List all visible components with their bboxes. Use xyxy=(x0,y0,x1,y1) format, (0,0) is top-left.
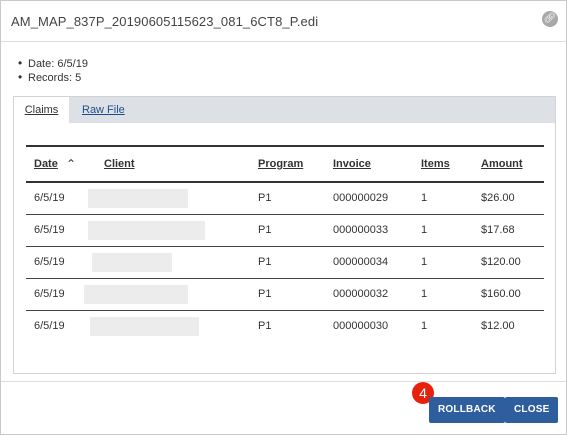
summary-date: Date: 6/5/19 xyxy=(18,56,88,70)
table-row: 6/5/19 P1 000000029 1 $26.00 xyxy=(26,183,544,215)
edi-file-dialog: AM_MAP_837P_20190605115623_081_6CT8_P.ed… xyxy=(0,0,567,435)
rollback-button[interactable]: ROLLBACK xyxy=(429,397,505,423)
cell-date: 6/5/19 xyxy=(34,224,65,236)
cell-items: 1 xyxy=(421,256,428,268)
client-redacted xyxy=(92,253,172,272)
summary-records: Records: 5 xyxy=(18,70,88,84)
cell-amount: $120.00 xyxy=(481,256,521,268)
cell-items: 1 xyxy=(421,288,428,300)
column-header-invoice[interactable]: Invoice xyxy=(333,147,371,181)
client-redacted xyxy=(90,317,199,336)
column-header-items[interactable]: Items xyxy=(421,147,450,181)
cell-date: 6/5/19 xyxy=(34,192,65,204)
claims-table: Date ⌃ Client Program Invoice Items Amou… xyxy=(26,145,544,342)
close-button[interactable]: CLOSE xyxy=(505,397,559,423)
dialog-title: AM_MAP_837P_20190605115623_081_6CT8_P.ed… xyxy=(11,14,319,29)
table-row: 6/5/19 P1 000000030 1 $12.00 xyxy=(26,311,544,342)
client-redacted xyxy=(84,285,188,304)
cell-program: P1 xyxy=(258,256,272,268)
cell-invoice: 000000029 xyxy=(333,192,389,204)
table-row: 6/5/19 P1 000000034 1 $120.00 xyxy=(26,247,544,279)
cell-amount: $12.00 xyxy=(481,320,515,332)
cell-program: P1 xyxy=(258,320,272,332)
cell-invoice: 000000032 xyxy=(333,288,389,300)
dialog-footer: 4 ROLLBACK CLOSE xyxy=(1,381,566,434)
cell-program: P1 xyxy=(258,224,272,236)
sort-ascending-icon[interactable]: ⌃ xyxy=(66,147,76,181)
column-header-client[interactable]: Client xyxy=(104,147,135,181)
cell-items: 1 xyxy=(421,192,428,204)
table-row: 6/5/19 P1 000000032 1 $160.00 xyxy=(26,279,544,311)
file-summary: Date: 6/5/19 Records: 5 xyxy=(18,56,88,84)
cell-program: P1 xyxy=(258,192,272,204)
cell-items: 1 xyxy=(421,224,428,236)
cell-items: 1 xyxy=(421,320,428,332)
column-header-date[interactable]: Date xyxy=(34,147,58,181)
cell-amount: $17.68 xyxy=(481,224,515,236)
cell-amount: $160.00 xyxy=(481,288,521,300)
cell-invoice: 000000033 xyxy=(333,224,389,236)
link-icon[interactable]: 🔗︎ xyxy=(542,11,558,27)
cell-date: 6/5/19 xyxy=(34,256,65,268)
client-redacted xyxy=(88,189,188,208)
tab-claims[interactable]: Claims xyxy=(14,97,69,124)
tab-raw-file[interactable]: Raw File xyxy=(82,97,125,124)
dialog-header: AM_MAP_837P_20190605115623_081_6CT8_P.ed… xyxy=(1,1,566,42)
cell-date: 6/5/19 xyxy=(34,320,65,332)
column-header-program[interactable]: Program xyxy=(258,147,303,181)
cell-date: 6/5/19 xyxy=(34,288,65,300)
tab-bar: Claims Raw File xyxy=(13,96,556,124)
cell-invoice: 000000034 xyxy=(333,256,389,268)
client-redacted xyxy=(88,221,205,240)
claims-panel: Date ⌃ Client Program Invoice Items Amou… xyxy=(13,123,556,374)
table-header: Date ⌃ Client Program Invoice Items Amou… xyxy=(26,145,544,183)
cell-amount: $26.00 xyxy=(481,192,515,204)
table-row: 6/5/19 P1 000000033 1 $17.68 xyxy=(26,215,544,247)
column-header-amount[interactable]: Amount xyxy=(481,147,523,181)
cell-program: P1 xyxy=(258,288,272,300)
cell-invoice: 000000030 xyxy=(333,320,389,332)
